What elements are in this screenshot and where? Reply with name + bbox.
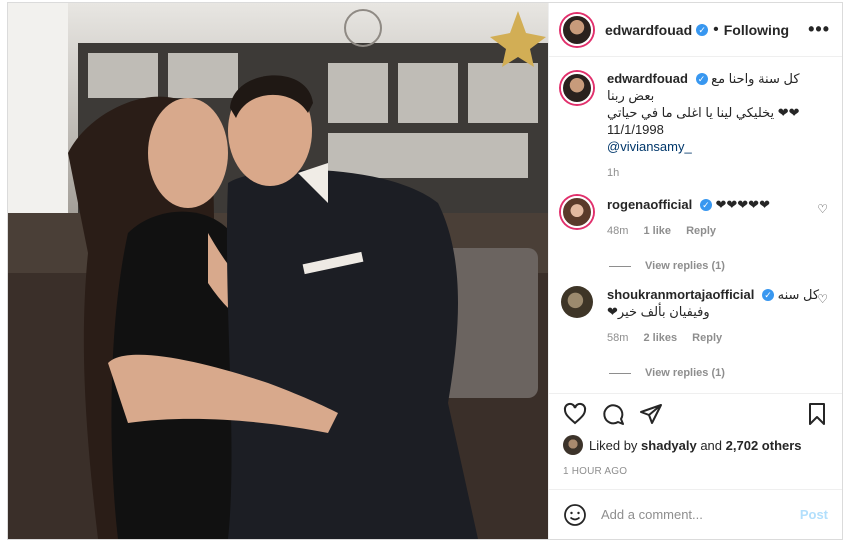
post-modal: edwardfouad ✓ • Following ••• edwardfoua… [7, 2, 843, 540]
likes-conj: and [700, 437, 723, 453]
comment-like-icon[interactable]: ♡ [817, 292, 828, 306]
post-comment-button[interactable]: Post [800, 507, 828, 522]
likes-prefix: Liked by [589, 437, 638, 453]
comment-item: rogenaofficial ✓ ❤❤❤❤❤ 48m 1 like Reply … [561, 196, 828, 240]
likes-count[interactable]: 2,702 others [726, 438, 802, 453]
emoji-icon[interactable] [563, 503, 587, 527]
comment-text-line2: وفيفيان بألف خير❤ [607, 304, 710, 319]
comment-text: ❤❤❤❤❤ [715, 197, 770, 212]
comment-likes[interactable]: 2 likes [643, 332, 677, 344]
more-options-icon[interactable]: ••• [808, 19, 830, 40]
post-photo[interactable] [8, 3, 548, 539]
caption: edwardfouad ✓ كل سنة واحنا مع بعض ربنا ❤… [561, 70, 828, 182]
header-separator: • [713, 20, 719, 38]
liker-avatar [563, 435, 583, 455]
comment-username[interactable]: rogenaofficial [607, 197, 692, 212]
comment-text: كل سنه [777, 287, 820, 302]
caption-time[interactable]: 1h [607, 165, 828, 182]
view-replies-label: View replies (1) [645, 260, 725, 272]
comment-item: shoukranmortajaofficial ✓ كل سنه وفيفيان… [561, 286, 828, 347]
caption-username[interactable]: edwardfouad [607, 71, 688, 86]
post-header: edwardfouad ✓ • Following ••• [549, 3, 842, 57]
comment-like-icon[interactable]: ♡ [817, 202, 828, 216]
comment-reply-button[interactable]: Reply [686, 225, 716, 237]
view-replies-button[interactable]: View replies (1) [609, 367, 828, 379]
verified-icon: ✓ [762, 289, 774, 301]
add-comment-input[interactable]: Add a comment... [601, 507, 800, 522]
post-timestamp[interactable]: 1 HOUR AGO [563, 466, 627, 477]
likes-summary[interactable]: Liked by shadyaly and 2,702 others [563, 435, 802, 455]
view-replies-label: View replies (1) [645, 367, 725, 379]
view-replies-button[interactable]: View replies (1) [609, 260, 828, 272]
comment-likes[interactable]: 1 like [643, 225, 671, 237]
share-icon[interactable] [639, 402, 663, 426]
comment-time[interactable]: 48m [607, 225, 628, 237]
comment-reply-button[interactable]: Reply [692, 332, 722, 344]
view-replies-line [609, 265, 631, 267]
add-comment-bar: Add a comment... Post [549, 489, 842, 539]
comments-scroll[interactable]: edwardfouad ✓ كل سنة واحنا مع بعض ربنا ❤… [549, 58, 842, 389]
caption-avatar[interactable] [561, 72, 593, 104]
caption-date: 11/1/1998 [607, 122, 664, 137]
post-sidebar: edwardfouad ✓ • Following ••• edwardfoua… [548, 3, 842, 539]
comment-avatar[interactable] [561, 196, 593, 228]
author-username[interactable]: edwardfouad [605, 22, 692, 38]
caption-line2: ❤❤ يخليكي لينا يا اغلى ما في حياتي [607, 105, 800, 120]
comment-icon[interactable] [601, 402, 625, 426]
like-heart-icon[interactable] [563, 402, 587, 426]
caption-mention[interactable]: @viviansamy_ [607, 138, 828, 155]
verified-icon: ✓ [696, 23, 709, 36]
post-actions [549, 393, 842, 433]
following-button[interactable]: Following [724, 22, 789, 38]
view-replies-line [609, 372, 631, 374]
comment-username[interactable]: shoukranmortajaofficial [607, 287, 754, 302]
save-bookmark-icon[interactable] [806, 402, 828, 426]
verified-icon: ✓ [695, 73, 708, 85]
author-avatar[interactable] [561, 13, 593, 46]
verified-icon: ✓ [699, 199, 712, 211]
liker-username[interactable]: shadyaly [641, 438, 697, 453]
comment-avatar[interactable] [561, 286, 593, 318]
comment-time[interactable]: 58m [607, 332, 628, 344]
post-photo-image [8, 3, 548, 539]
